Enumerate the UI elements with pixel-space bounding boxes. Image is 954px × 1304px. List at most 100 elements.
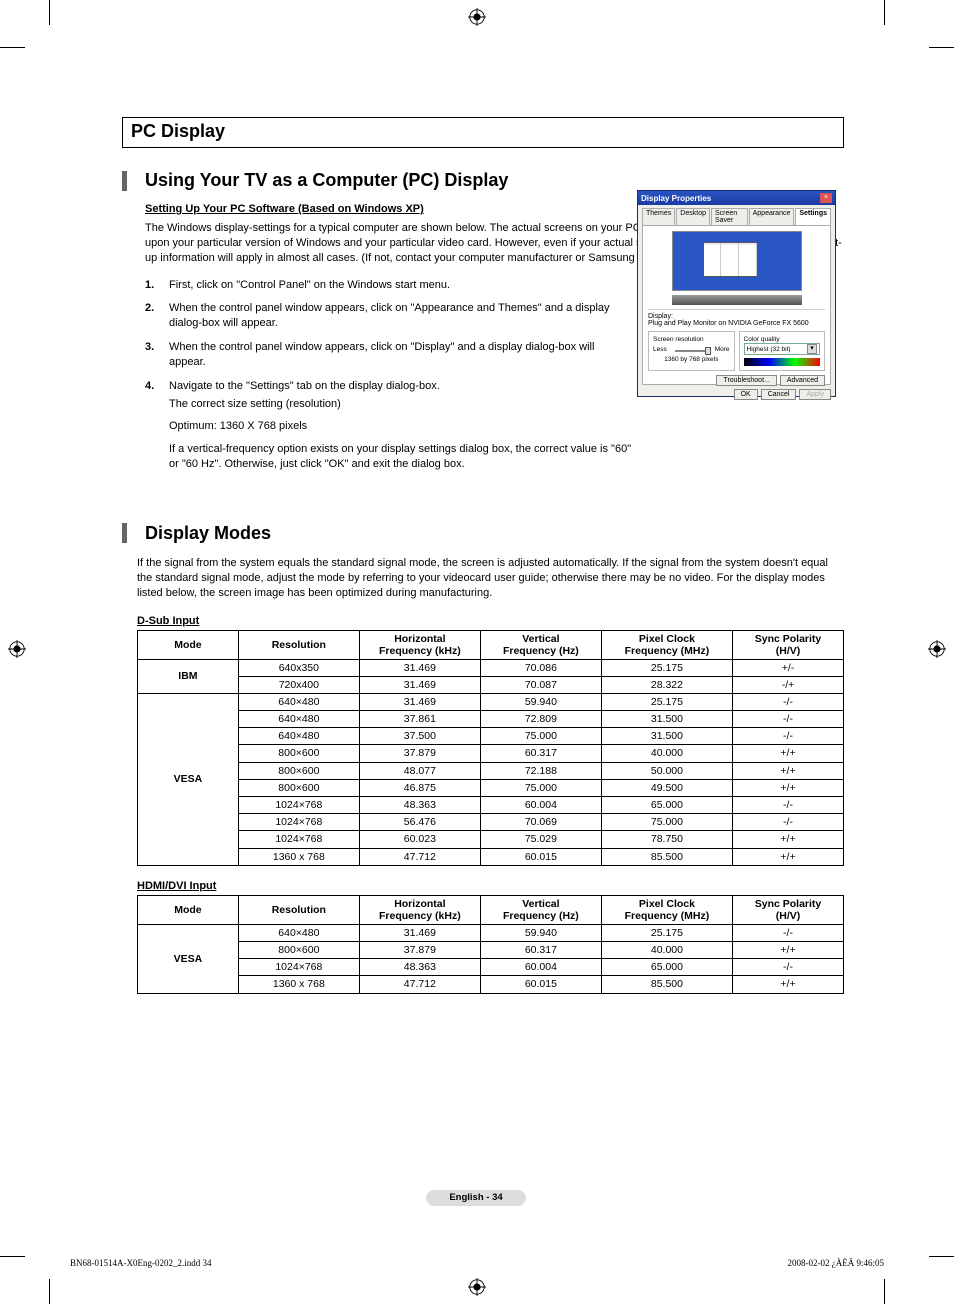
step: 1. First, click on "Control Panel" on th… — [145, 278, 632, 296]
mode-cell: IBM — [138, 659, 239, 693]
display-text: Plug and Play Monitor on NVIDIA GeForce … — [648, 320, 825, 327]
data-cell: 75.000 — [480, 728, 601, 745]
data-cell: 78.750 — [601, 831, 732, 848]
vertical-bar-icon — [122, 171, 127, 191]
step-text: If a vertical-frequency option exists on… — [169, 442, 632, 472]
step-text: Optimum: 1360 X 768 pixels — [169, 419, 632, 434]
data-cell: 50.000 — [601, 762, 732, 779]
data-cell: 640×480 — [238, 693, 359, 710]
data-cell: 31.469 — [359, 676, 480, 693]
table-row: 1024×76848.36360.00465.000-/- — [138, 959, 844, 976]
step-number: 2. — [145, 301, 169, 334]
mode-cell: VESA — [138, 693, 239, 865]
data-cell: 800×600 — [238, 762, 359, 779]
table-row: 1024×76848.36360.00465.000-/- — [138, 797, 844, 814]
table-row: 1360 x 76847.71260.01585.500+/+ — [138, 976, 844, 993]
resolution-slider[interactable] — [675, 350, 707, 352]
data-cell: 31.500 — [601, 711, 732, 728]
table-row: 640×48037.50075.00031.500-/- — [138, 728, 844, 745]
advanced-button[interactable]: Advanced — [780, 375, 825, 386]
registration-mark-icon — [8, 640, 26, 658]
col-header: Sync Polarity(H/V) — [733, 630, 844, 659]
tab-appearance[interactable]: Appearance — [749, 208, 795, 225]
tab-desktop[interactable]: Desktop — [676, 208, 710, 225]
data-cell: 70.069 — [480, 814, 601, 831]
intro-paragraph: If the signal from the system equals the… — [137, 556, 844, 601]
data-cell: 1360 x 768 — [238, 976, 359, 993]
less-label: Less — [653, 346, 667, 353]
data-cell: 48.363 — [359, 797, 480, 814]
table-row: VESA640×48031.46959.94025.175-/- — [138, 924, 844, 941]
chevron-down-icon[interactable]: ▾ — [807, 344, 817, 354]
col-header: Pixel ClockFrequency (MHz) — [601, 630, 732, 659]
step-number: 4. — [145, 379, 169, 475]
data-cell: 60.317 — [480, 941, 601, 958]
table-row: 800×60037.87960.31740.000+/+ — [138, 745, 844, 762]
resolution-value: 1360 by 768 pixels — [653, 356, 730, 363]
close-icon[interactable]: × — [820, 193, 832, 203]
data-cell: +/+ — [733, 745, 844, 762]
step: 2. When the control panel window appears… — [145, 301, 632, 334]
data-cell: 60.004 — [480, 959, 601, 976]
data-cell: 40.000 — [601, 941, 732, 958]
data-cell: +/+ — [733, 848, 844, 865]
footer-filename: BN68-01514A-X0Eng-0202_2.indd 34 — [70, 1258, 212, 1268]
col-header: VerticalFrequency (Hz) — [480, 630, 601, 659]
vertical-bar-icon — [122, 523, 127, 543]
dsub-table: ModeResolutionHorizontalFrequency (kHz)V… — [137, 630, 844, 866]
tab-themes[interactable]: Themes — [642, 208, 675, 225]
data-cell: +/+ — [733, 779, 844, 796]
col-header: Resolution — [238, 630, 359, 659]
col-header: Pixel ClockFrequency (MHz) — [601, 895, 732, 924]
data-cell: 49.500 — [601, 779, 732, 796]
step-text: First, click on "Control Panel" on the W… — [169, 278, 632, 293]
data-cell: 65.000 — [601, 959, 732, 976]
quality-value: Highest (32 bit) — [747, 346, 791, 353]
col-header: Mode — [138, 895, 239, 924]
table-row: 640×48037.86172.80931.500-/- — [138, 711, 844, 728]
col-header: Resolution — [238, 895, 359, 924]
data-cell: 75.000 — [601, 814, 732, 831]
data-cell: +/+ — [733, 976, 844, 993]
quality-select[interactable]: Highest (32 bit) ▾ — [744, 343, 821, 355]
troubleshoot-button[interactable]: Troubleshoot... — [716, 375, 776, 386]
table-row: VESA640×48031.46959.94025.175-/- — [138, 693, 844, 710]
table-row: 1024×76860.02375.02978.750+/+ — [138, 831, 844, 848]
data-cell: 800×600 — [238, 779, 359, 796]
table-row: 1360 x 76847.71260.01585.500+/+ — [138, 848, 844, 865]
data-cell: 60.015 — [480, 976, 601, 993]
subsection-title: Using Your TV as a Computer (PC) Display — [145, 170, 508, 191]
data-cell: 47.712 — [359, 976, 480, 993]
tab-settings[interactable]: Settings — [795, 208, 831, 225]
data-cell: 56.476 — [359, 814, 480, 831]
step-text: When the control panel window appears, c… — [169, 340, 632, 370]
data-cell: 75.029 — [480, 831, 601, 848]
data-cell: -/- — [733, 959, 844, 976]
data-cell: 37.861 — [359, 711, 480, 728]
data-cell: 25.175 — [601, 659, 732, 676]
data-cell: 70.086 — [480, 659, 601, 676]
quality-label: Color quality — [744, 336, 821, 343]
data-cell: 25.175 — [601, 924, 732, 941]
tab-screensaver[interactable]: Screen Saver — [711, 208, 748, 225]
data-cell: +/+ — [733, 762, 844, 779]
data-cell: 1024×768 — [238, 959, 359, 976]
section-title: PC Display — [131, 121, 835, 142]
cancel-button[interactable]: Cancel — [761, 389, 797, 400]
apply-button[interactable]: Apply — [799, 389, 831, 400]
display-properties-dialog: Display Properties × Themes Desktop Scre… — [637, 190, 836, 397]
data-cell: 640×480 — [238, 711, 359, 728]
data-cell: 48.077 — [359, 762, 480, 779]
data-cell: 60.023 — [359, 831, 480, 848]
mode-cell: VESA — [138, 924, 239, 993]
step: 4. Navigate to the "Settings" tab on the… — [145, 379, 632, 475]
more-label: More — [715, 346, 730, 353]
data-cell: 46.875 — [359, 779, 480, 796]
step-number: 3. — [145, 340, 169, 373]
data-cell: 800×600 — [238, 745, 359, 762]
data-cell: 59.940 — [480, 924, 601, 941]
data-cell: 47.712 — [359, 848, 480, 865]
ok-button[interactable]: OK — [734, 389, 758, 400]
data-cell: 640×480 — [238, 924, 359, 941]
hdmi-table: ModeResolutionHorizontalFrequency (kHz)V… — [137, 895, 844, 994]
